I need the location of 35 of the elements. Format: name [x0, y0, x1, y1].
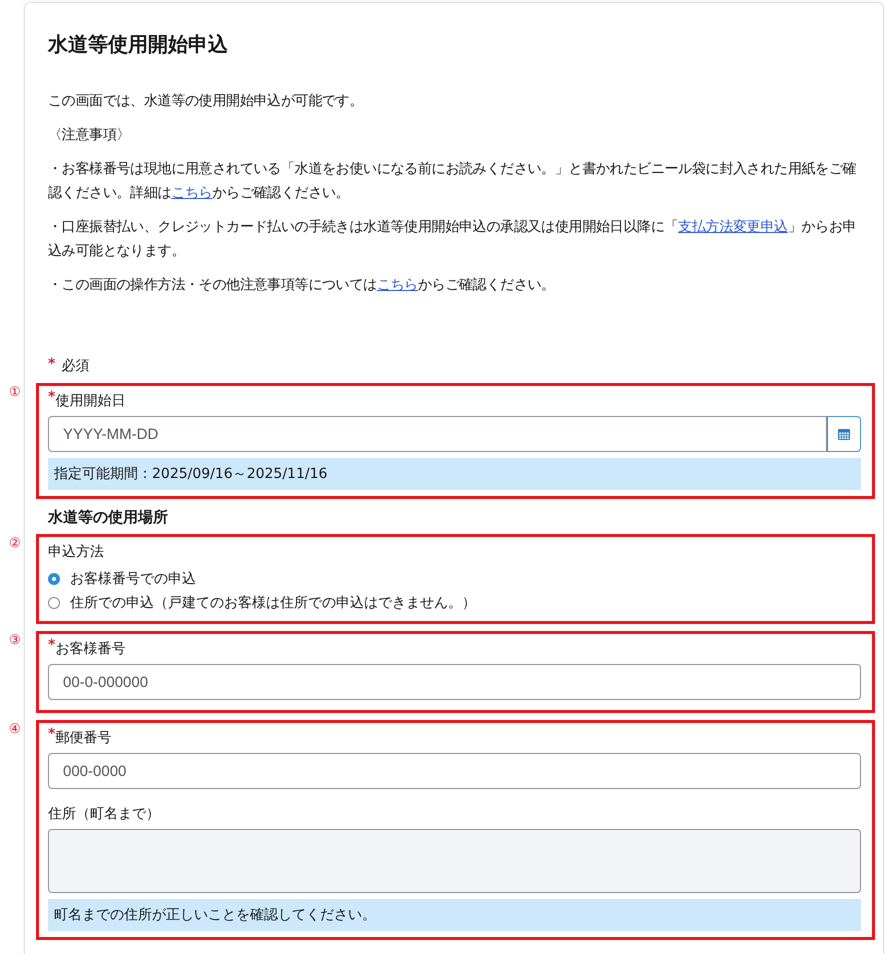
annotation-number: ②: [9, 536, 21, 551]
notice-text: この画面では、水道等の使用開始申込が可能です。: [48, 92, 364, 111]
radio-label[interactable]: お客様番号での申込: [70, 567, 196, 591]
notice-text: ・口座振替払い、クレジットカード払いの手続きは水道等使用開始申込の承認又は使用開始日以降に「支払方法変更申込」からお申込み可能となります。: [48, 218, 858, 261]
notice-text: ・この画面の操作方法・その他注意事項等についてはこちらからご確認ください。: [48, 276, 556, 295]
page-title: 水道等使用開始申込: [48, 31, 229, 58]
calendar-icon: [837, 427, 851, 441]
required-note: 必須: [61, 357, 90, 375]
input-field[interactable]: 000-0000: [48, 753, 861, 789]
help-link[interactable]: こちら: [171, 185, 212, 201]
help-link[interactable]: こちら: [376, 277, 418, 293]
radio-label[interactable]: 住所での申込（戸建てのお客様は住所での申込はできません。）: [70, 591, 476, 615]
field-label: 郵便番号: [55, 729, 112, 748]
required-mark: *: [48, 727, 56, 741]
radio-button[interactable]: [48, 573, 60, 585]
info-note: 町名までの住所が正しいことを確認してください。: [48, 899, 861, 931]
field-label: 住所（町名まで）: [48, 805, 160, 824]
annotation-number: ①: [9, 385, 21, 400]
radio-button[interactable]: [48, 597, 60, 609]
section-heading: 水道等の使用場所: [48, 507, 169, 528]
notice-text: 〈注意事項〉: [48, 126, 132, 145]
input-field[interactable]: 00-0-000000: [48, 664, 861, 700]
input-field[interactable]: YYYY-MM-DD: [48, 416, 827, 452]
help-link[interactable]: 支払方法変更申込: [678, 219, 788, 235]
notice-text: ・お客様番号は現地に用意されている「水道をお使いになる前にお読みください。」と書かれたビニール袋に封入された用紙をご確認ください。詳細はこちらからご確認ください。: [48, 160, 858, 203]
field-label: お客様番号: [55, 640, 126, 659]
required-mark: *: [48, 357, 56, 371]
required-mark: *: [48, 638, 56, 652]
calendar-button[interactable]: [827, 416, 861, 452]
radio-group-label: 申込方法: [48, 543, 104, 562]
annotation-number: ③: [9, 633, 21, 648]
info-note: 指定可能期間：2025/09/16～2025/11/16: [48, 458, 861, 490]
annotation-number: ④: [9, 722, 21, 737]
field-label: 使用開始日: [55, 392, 126, 411]
required-mark: *: [48, 390, 56, 404]
